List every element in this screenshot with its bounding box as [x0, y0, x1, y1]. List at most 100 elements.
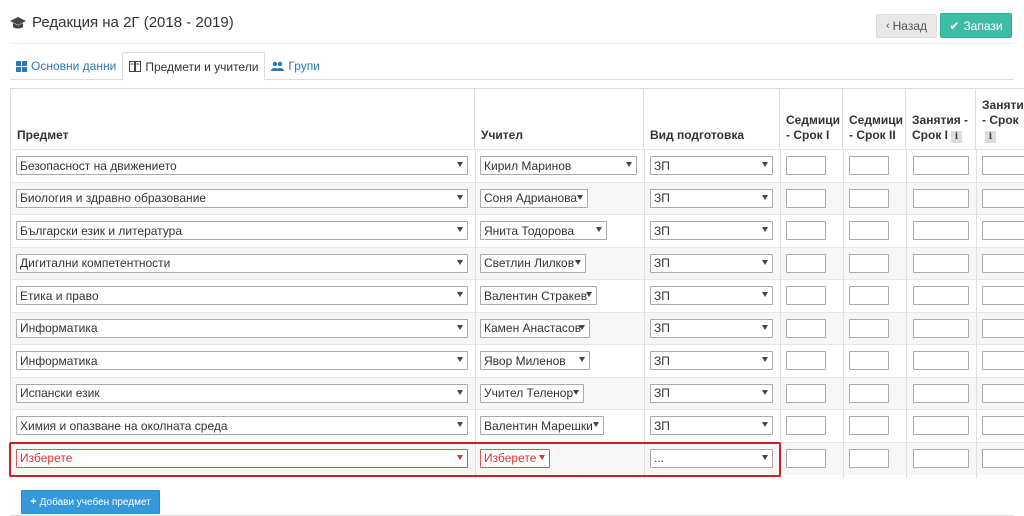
prep-select[interactable]: ЗП — [650, 286, 773, 305]
back-button[interactable]: ‹ Назад — [876, 14, 937, 38]
subject-select[interactable]: Дигитални компетентности — [16, 253, 468, 273]
prep-select[interactable]: ЗП — [650, 416, 773, 435]
prep-select[interactable]: ЗП — [650, 156, 773, 175]
prep-select[interactable]: ЗП — [650, 188, 773, 208]
save-button[interactable]: ✔ Запази — [940, 13, 1012, 38]
weeks2-input[interactable] — [849, 448, 889, 468]
dropdown-arrow-icon — [586, 292, 592, 297]
lessons2-input[interactable] — [982, 416, 1024, 435]
dropdown-arrow-icon — [596, 227, 602, 232]
subject-select[interactable]: Безопасност на движението — [16, 156, 468, 175]
weeks1-input[interactable] — [786, 318, 826, 338]
column-divider — [644, 149, 645, 478]
lessons1-input[interactable] — [913, 351, 969, 370]
teacher-select[interactable]: Валентин Стракев — [480, 286, 597, 305]
dropdown-arrow-icon — [457, 389, 463, 395]
weeks1-input[interactable] — [786, 253, 826, 273]
dropdown-arrow-icon — [575, 259, 581, 265]
lessons2-input[interactable] — [982, 156, 1024, 175]
lessons2-input[interactable] — [982, 448, 1024, 468]
weeks1-input[interactable] — [786, 286, 826, 305]
prep-select[interactable]: ЗП — [650, 318, 773, 338]
weeks1-input[interactable] — [786, 188, 826, 208]
teacher-select[interactable]: Валентин Марешки — [480, 416, 604, 435]
teacher-select-value: Валентин Марешки — [484, 418, 593, 433]
lessons1-input[interactable] — [913, 286, 969, 305]
prep-select[interactable]: ЗП — [650, 221, 773, 240]
info-icon[interactable]: i — [951, 131, 962, 143]
column-header-weeks2: Седмици - Срок II — [843, 89, 906, 149]
lessons2-input[interactable] — [982, 188, 1024, 208]
lessons1-input[interactable] — [913, 156, 969, 175]
subject-select-value: Информатика — [20, 321, 98, 335]
teacher-select[interactable]: Камен Анастасов — [480, 318, 590, 338]
lessons2-input[interactable] — [982, 318, 1024, 338]
book-icon — [129, 61, 142, 72]
subject-select-value: Химия и опазване на околната среда — [20, 418, 228, 433]
table-row: Химия и опазване на околната среда Валент… — [11, 409, 1024, 442]
weeks1-input[interactable] — [786, 156, 826, 175]
dropdown-arrow-icon — [457, 194, 463, 200]
weeks2-input[interactable] — [849, 416, 889, 435]
add-subject-button[interactable]: + Добави учебен предмет — [21, 490, 160, 514]
weeks1-input[interactable] — [786, 448, 826, 468]
subject-select[interactable]: Биология и здравно образование — [16, 188, 468, 208]
lessons2-input[interactable] — [982, 286, 1024, 305]
back-button-label: Назад — [892, 19, 928, 33]
lessons1-input[interactable] — [913, 221, 969, 240]
table-row: Информатика Камен Анастасов ЗП — [11, 311, 1024, 345]
teacher-select-value: Явор Миленов — [484, 353, 566, 368]
subject-select[interactable]: Информатика — [16, 318, 468, 338]
tab-basic-data[interactable]: Основни данни — [10, 52, 122, 80]
dropdown-arrow-icon — [762, 422, 768, 427]
dropdown-arrow-icon — [457, 162, 463, 167]
weeks2-input[interactable] — [849, 156, 889, 175]
column-header-lessons1: Занятия - Срок Ii — [906, 89, 976, 149]
weeks1-input[interactable] — [786, 351, 826, 370]
lessons2-input[interactable] — [982, 221, 1024, 240]
weeks2-input[interactable] — [849, 253, 889, 273]
weeks1-input[interactable] — [786, 416, 826, 435]
teacher-select[interactable]: Кирил Маринов — [480, 156, 637, 175]
lessons1-input[interactable] — [913, 448, 969, 468]
dropdown-arrow-icon — [593, 422, 599, 427]
subject-select[interactable]: Химия и опазване на околната среда — [16, 416, 468, 435]
weeks1-input[interactable] — [786, 221, 826, 240]
prep-select[interactable]: ЗП — [650, 351, 773, 370]
table-row: Етика и право Валентин Стракев ЗП — [11, 279, 1024, 312]
weeks2-input[interactable] — [849, 286, 889, 305]
teacher-select[interactable]: Янита Тодорова — [480, 221, 607, 240]
teacher-select[interactable]: Явор Миленов — [480, 351, 590, 370]
weeks2-input[interactable] — [849, 221, 889, 240]
plus-icon: + — [30, 496, 37, 508]
column-header-lessons2-label: Занятия - Срок — [982, 97, 1024, 127]
prep-select[interactable]: ЗП — [650, 253, 773, 273]
info-icon[interactable]: i — [985, 131, 996, 143]
weeks2-input[interactable] — [849, 351, 889, 370]
lessons2-input[interactable] — [982, 253, 1024, 273]
graduation-cap-icon — [10, 16, 26, 28]
lessons1-input[interactable] — [913, 383, 969, 403]
page-header: Редакция на 2Г (2018 - 2019) — [10, 14, 234, 31]
subject-select[interactable]: Информатика — [16, 351, 468, 370]
tab-subjects-teachers[interactable]: Предмети и учители — [122, 52, 266, 81]
teacher-select[interactable]: Учител Теленор — [480, 383, 584, 403]
weeks2-input[interactable] — [849, 188, 889, 208]
weeks1-input[interactable] — [786, 383, 826, 403]
teacher-select[interactable]: Светлин Лилков — [480, 253, 586, 273]
subject-select[interactable]: Български език и литература — [16, 221, 468, 240]
weeks2-input[interactable] — [849, 318, 889, 338]
lessons2-input[interactable] — [982, 351, 1024, 370]
lessons1-input[interactable] — [913, 416, 969, 435]
divider — [10, 43, 1014, 44]
teacher-select[interactable]: Соня Адрианова — [480, 188, 588, 208]
lessons1-input[interactable] — [913, 188, 969, 208]
lessons1-input[interactable] — [913, 318, 969, 338]
subject-select[interactable]: Етика и право — [16, 286, 468, 305]
tab-groups[interactable]: Групи — [265, 52, 326, 80]
subject-select[interactable]: Испански език — [16, 383, 468, 403]
weeks2-input[interactable] — [849, 383, 889, 403]
lessons2-input[interactable] — [982, 383, 1024, 403]
lessons1-input[interactable] — [913, 253, 969, 273]
prep-select[interactable]: ЗП — [650, 383, 773, 403]
